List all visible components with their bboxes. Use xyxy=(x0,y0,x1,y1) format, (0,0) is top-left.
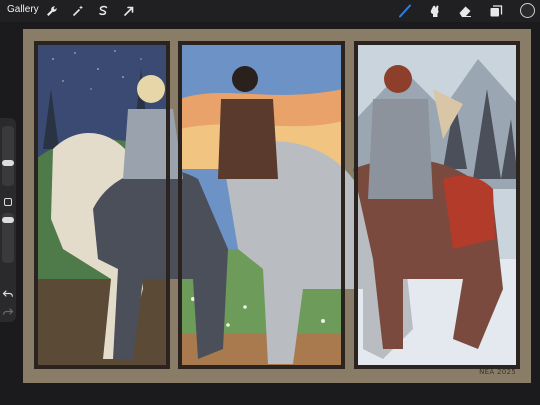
eraser-icon[interactable] xyxy=(457,3,473,19)
magic-wand-icon[interactable] xyxy=(70,3,86,19)
sidebar xyxy=(0,118,16,322)
wrench-icon[interactable] xyxy=(44,3,60,19)
drawing-canvas[interactable]: NEA 2025 xyxy=(23,29,531,383)
brush-opacity-slider[interactable] xyxy=(2,213,14,263)
gallery-button[interactable]: Gallery xyxy=(7,4,39,15)
eyedropper-modify-button[interactable] xyxy=(4,198,12,206)
artist-signature: NEA 2025 xyxy=(479,368,516,376)
brush-opacity-thumb[interactable] xyxy=(2,217,14,223)
brush-icon[interactable] xyxy=(397,3,413,19)
redo-icon[interactable] xyxy=(2,306,14,318)
transform-arrow-icon[interactable] xyxy=(121,3,137,19)
active-brush-stroke xyxy=(399,4,411,18)
forest-floor xyxy=(36,279,168,367)
brush-size-slider[interactable] xyxy=(2,126,14,186)
brush-size-thumb[interactable] xyxy=(2,160,14,166)
selection-icon[interactable] xyxy=(95,3,111,19)
artwork-illustration xyxy=(34,41,520,369)
layers-icon[interactable] xyxy=(488,3,504,19)
smudge-icon[interactable] xyxy=(427,3,443,19)
undo-icon[interactable] xyxy=(2,288,14,300)
top-toolbar: Gallery xyxy=(0,0,540,22)
color-picker-button[interactable] xyxy=(520,3,535,18)
